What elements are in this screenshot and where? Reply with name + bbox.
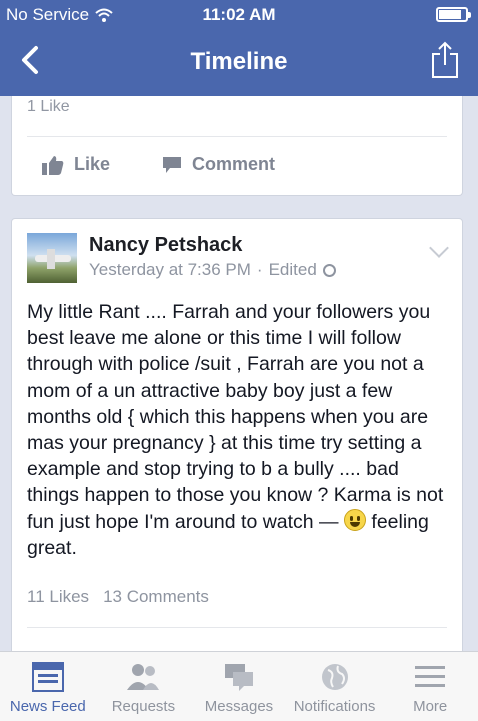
post-text: My little Rant .... Farrah and your foll…	[27, 301, 444, 533]
like-label: Like	[74, 154, 111, 174]
post-card: Nancy Petshack Yesterday at 7:36 PM · Ed…	[11, 218, 463, 680]
avatar[interactable]	[27, 233, 77, 283]
previous-post-card: 1 Like Like Comment	[11, 96, 463, 196]
globe-icon	[321, 664, 348, 690]
friend-requests-icon	[127, 664, 160, 690]
messages-icon	[224, 664, 253, 691]
comment-label: Comment	[192, 154, 276, 174]
tab-label: Messages	[204, 698, 274, 715]
divider	[27, 627, 447, 628]
post-counts: 11 Likes 13 Comments	[27, 587, 209, 607]
status-time: 11:02 AM	[202, 5, 276, 24]
navigation-bar: Timeline	[0, 30, 478, 96]
divider	[27, 136, 447, 137]
comment-icon	[163, 156, 182, 173]
author-name[interactable]: Nancy Petshack	[89, 234, 242, 257]
menu-icon	[415, 666, 446, 687]
tab-notifications[interactable]: Notifications	[287, 652, 383, 721]
battery-icon	[436, 7, 471, 22]
tab-more[interactable]: More	[382, 652, 478, 721]
like-button[interactable]: Like	[42, 154, 110, 175]
tab-label: News Feed	[9, 698, 86, 715]
likes-count[interactable]: 11 Likes	[27, 587, 89, 607]
tab-messages[interactable]: Messages	[191, 652, 287, 721]
edited-label[interactable]: Edited	[269, 260, 317, 280]
tab-requests[interactable]: Requests	[96, 652, 192, 721]
airplane-wing	[47, 249, 55, 269]
comments-count[interactable]: 13 Comments	[103, 587, 209, 607]
thumbs-up-icon	[42, 155, 64, 175]
share-button[interactable]	[430, 40, 460, 80]
tab-label: More	[413, 698, 448, 715]
smiley-icon	[343, 508, 366, 531]
meta-separator: ·	[256, 260, 263, 279]
tab-label: Notifications	[293, 698, 376, 715]
comment-button[interactable]: Comment	[162, 154, 275, 175]
top-bar: No Service 11:02 AM Timeline	[0, 0, 478, 96]
tab-label: Requests	[111, 698, 176, 715]
post-meta: Yesterday at 7:36 PM · Edited	[89, 260, 336, 280]
status-bar: No Service 11:02 AM	[0, 0, 478, 30]
post-timestamp[interactable]: Yesterday at 7:36 PM	[89, 260, 251, 280]
globe-icon	[322, 263, 336, 277]
post-body: My little Rant .... Farrah and your foll…	[27, 299, 447, 561]
tab-news-feed[interactable]: News Feed	[0, 652, 96, 721]
news-feed-icon	[31, 662, 64, 692]
page-title: Timeline	[190, 48, 288, 75]
chevron-down-icon[interactable]	[429, 238, 449, 258]
like-count[interactable]: 1 Like	[27, 98, 70, 116]
tab-bar: News Feed Requests Messages Notification…	[0, 651, 478, 721]
